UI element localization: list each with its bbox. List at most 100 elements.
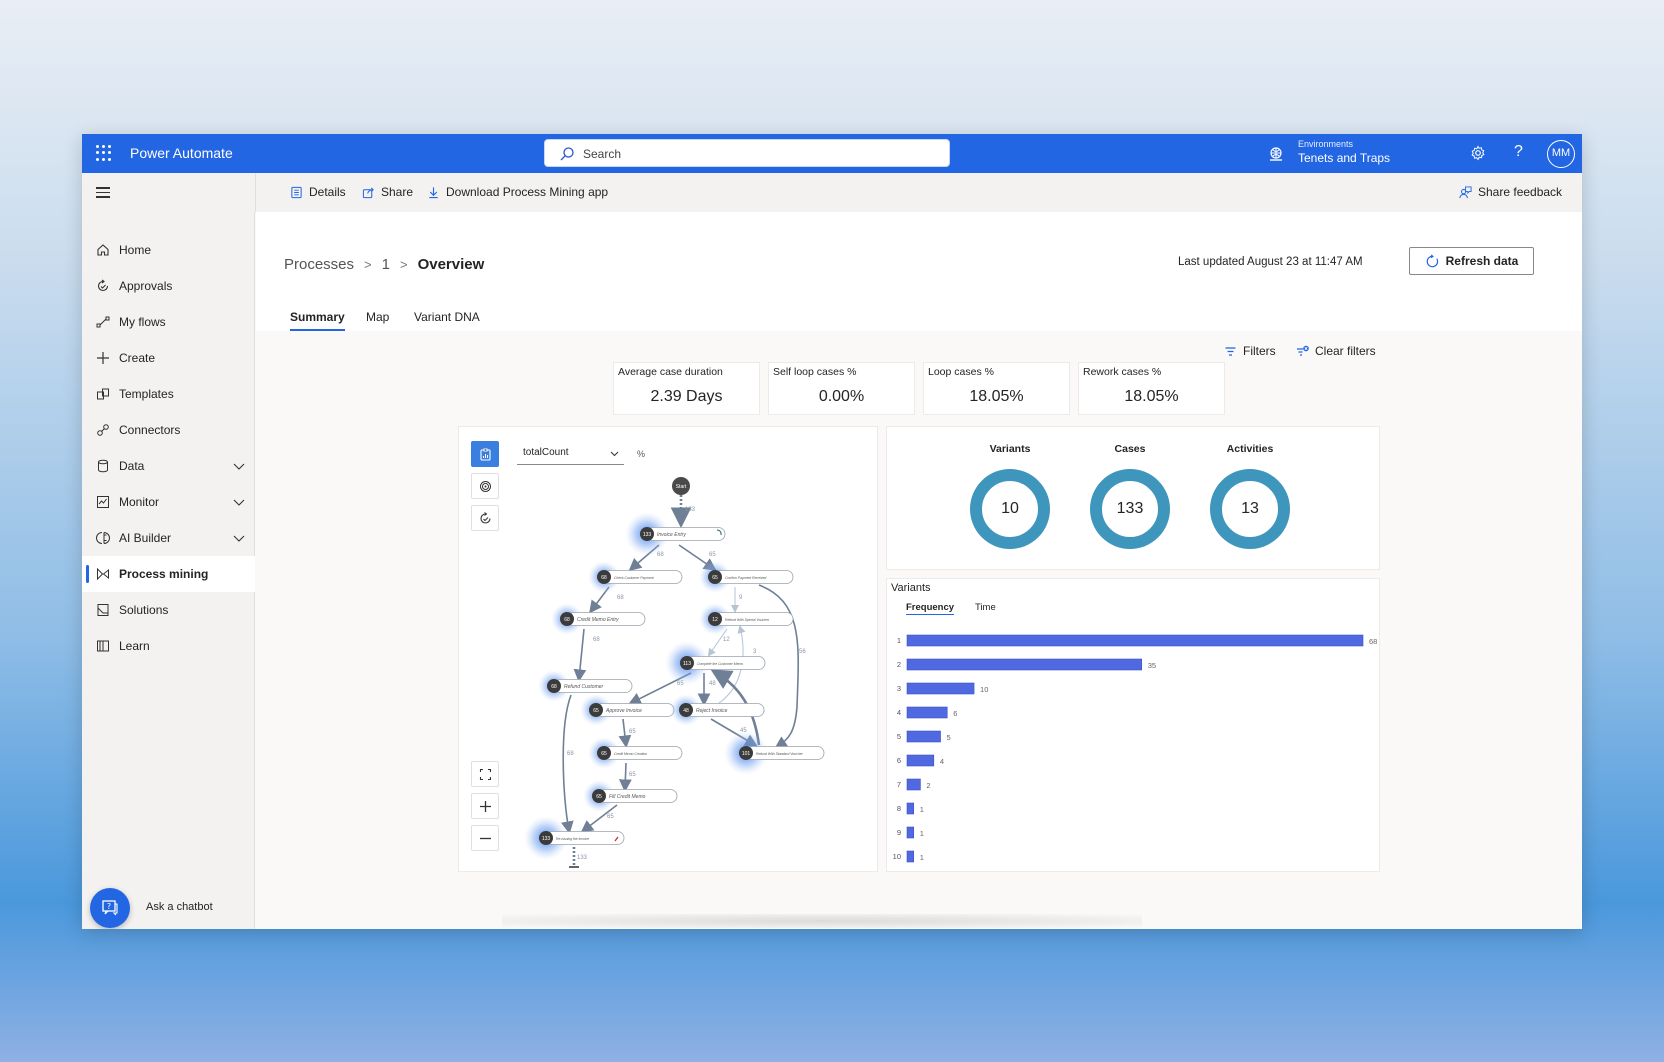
search-input[interactable]: Search (544, 139, 950, 167)
fit-screen-icon (479, 768, 492, 781)
avatar[interactable]: MM (1547, 140, 1575, 168)
process-edge[interactable] (573, 628, 587, 683)
refresh-data-button[interactable]: Refresh data (1409, 247, 1534, 275)
percent-toggle[interactable]: % (637, 449, 645, 459)
sidebar-item-approvals[interactable]: Approvals (82, 268, 255, 304)
variant-bar[interactable] (906, 682, 975, 695)
sidebar-item-ai-builder[interactable]: AI Builder (82, 520, 255, 556)
gear-icon[interactable] (1470, 145, 1486, 161)
monitor-icon (97, 496, 109, 508)
sidebar-item-label: Solutions (119, 603, 169, 617)
variant-bar[interactable] (906, 754, 935, 767)
refresh-label: Refresh data (1445, 254, 1519, 268)
app-window: Power Automate Search Environments Tenet… (82, 134, 1582, 929)
active-tab-indicator (290, 329, 345, 331)
process-edge[interactable] (618, 718, 632, 749)
sidebar-item-create[interactable]: Create (82, 340, 255, 376)
app-title[interactable]: Power Automate (130, 145, 233, 161)
donut-title-variants: Variants (989, 443, 1031, 455)
activity-count: 65 (712, 575, 718, 581)
process-edge[interactable] (561, 694, 574, 835)
details-button[interactable]: Details (290, 185, 346, 199)
donut-cases: 133 (1090, 469, 1170, 549)
tab-variant-dna[interactable]: Variant DNA (414, 310, 480, 324)
sidebar-item-process-mining[interactable]: Process mining (82, 556, 255, 592)
chevron-down-icon[interactable] (233, 460, 245, 472)
variant-bar[interactable] (906, 778, 921, 791)
bar-value-label: 68 (1369, 637, 1377, 646)
variant-bar[interactable] (906, 658, 1143, 671)
chatbot-label[interactable]: Ask a chatbot (146, 901, 213, 913)
flows-icon (96, 316, 110, 328)
sidebar-item-connectors[interactable]: Connectors (82, 412, 255, 448)
sidebar-item-solutions[interactable]: Solutions (82, 592, 255, 628)
process-edge[interactable] (758, 584, 800, 749)
sidebar: Home Approvals My flows Create Templates… (82, 212, 255, 929)
start-label: Start (676, 484, 687, 490)
ai-builder-icon (96, 532, 110, 544)
share-feedback-label: Share feedback (1478, 185, 1563, 199)
breadcrumb-processes[interactable]: Processes (284, 256, 354, 273)
activity-label: Approve Invoice (605, 708, 642, 714)
sidebar-item-home[interactable]: Home (82, 232, 255, 268)
process-mining-icon (97, 567, 109, 581)
share-feedback-button[interactable]: Share feedback (1459, 185, 1562, 199)
zoom-out-button[interactable] (471, 825, 499, 851)
variant-bar[interactable] (906, 706, 948, 719)
chevron-down-icon[interactable] (233, 532, 245, 544)
variant-bar[interactable] (906, 730, 941, 743)
kpi-loop-cases: Loop cases % 18.05% (923, 362, 1070, 415)
filters-button[interactable]: Filters (1224, 344, 1276, 358)
process-edge[interactable] (618, 762, 632, 793)
edge-count-label: 65 (709, 552, 716, 558)
breadcrumb-process-1[interactable]: 1 (382, 256, 390, 273)
chatbot-button[interactable]: ? (90, 888, 130, 928)
sidebar-item-my-flows[interactable]: My flows (82, 304, 255, 340)
sidebar-item-label: Templates (119, 387, 174, 401)
chevron-down-icon[interactable] (233, 496, 245, 508)
frequency-view-button[interactable] (471, 441, 499, 467)
activity-count: 65 (593, 708, 599, 714)
bar-value-label: 1 (920, 853, 924, 862)
sidebar-item-templates[interactable]: Templates (82, 376, 255, 412)
approvals-icon (97, 279, 109, 292)
details-icon (291, 186, 302, 198)
sidebar-item-data[interactable]: Data (82, 448, 255, 484)
process-map[interactable]: 1336865689566812365481014565686565133Sta… (459, 427, 879, 873)
sidebar-item-label: AI Builder (119, 531, 172, 545)
variant-bar[interactable] (906, 826, 915, 839)
zoom-in-button[interactable] (471, 793, 499, 819)
solutions-icon (97, 604, 109, 616)
clear-filters-button[interactable]: Clear filters (1296, 344, 1376, 358)
performance-view-button[interactable] (471, 473, 499, 499)
kpi-self-loop-cases: Self loop cases % 0.00% (768, 362, 915, 415)
hamburger-menu-icon[interactable] (96, 187, 110, 198)
kpi-label: Loop cases % (928, 366, 994, 378)
help-icon[interactable]: ? (1514, 143, 1523, 161)
environment-name[interactable]: Tenets and Traps (1298, 151, 1390, 165)
chatbot-icon: ? (102, 900, 118, 916)
variant-bar[interactable] (906, 634, 1364, 647)
sidebar-item-monitor[interactable]: Monitor (82, 484, 255, 520)
edge-count-label: 65 (629, 729, 636, 735)
environment-icon[interactable] (1268, 146, 1284, 162)
tab-map[interactable]: Map (366, 310, 389, 324)
metric-dropdown[interactable]: totalCount (517, 443, 624, 465)
fit-to-screen-button[interactable] (471, 761, 499, 787)
bar-category-label: 8 (897, 804, 901, 813)
activity-label: Credit Memo Entry (577, 617, 619, 623)
variant-bar[interactable] (906, 850, 915, 863)
tab-summary[interactable]: Summary (290, 310, 345, 324)
variants-panel: Variants Frequency Time 1 68 2 35 3 10 4 6 5 5 6 4 7… (886, 578, 1380, 872)
activity-count: 68 (564, 617, 570, 623)
app-launcher-icon[interactable] (96, 145, 112, 161)
kpi-label: Self loop cases % (773, 366, 857, 378)
sidebar-item-label: Connectors (119, 423, 181, 437)
download-app-button[interactable]: Download Process Mining app (427, 185, 608, 199)
svg-text:?: ? (107, 902, 111, 911)
share-button[interactable]: Share (362, 185, 413, 199)
rework-view-button[interactable] (471, 505, 499, 531)
divider (255, 173, 256, 212)
sidebar-item-learn[interactable]: Learn (82, 628, 255, 664)
variant-bar[interactable] (906, 802, 915, 815)
